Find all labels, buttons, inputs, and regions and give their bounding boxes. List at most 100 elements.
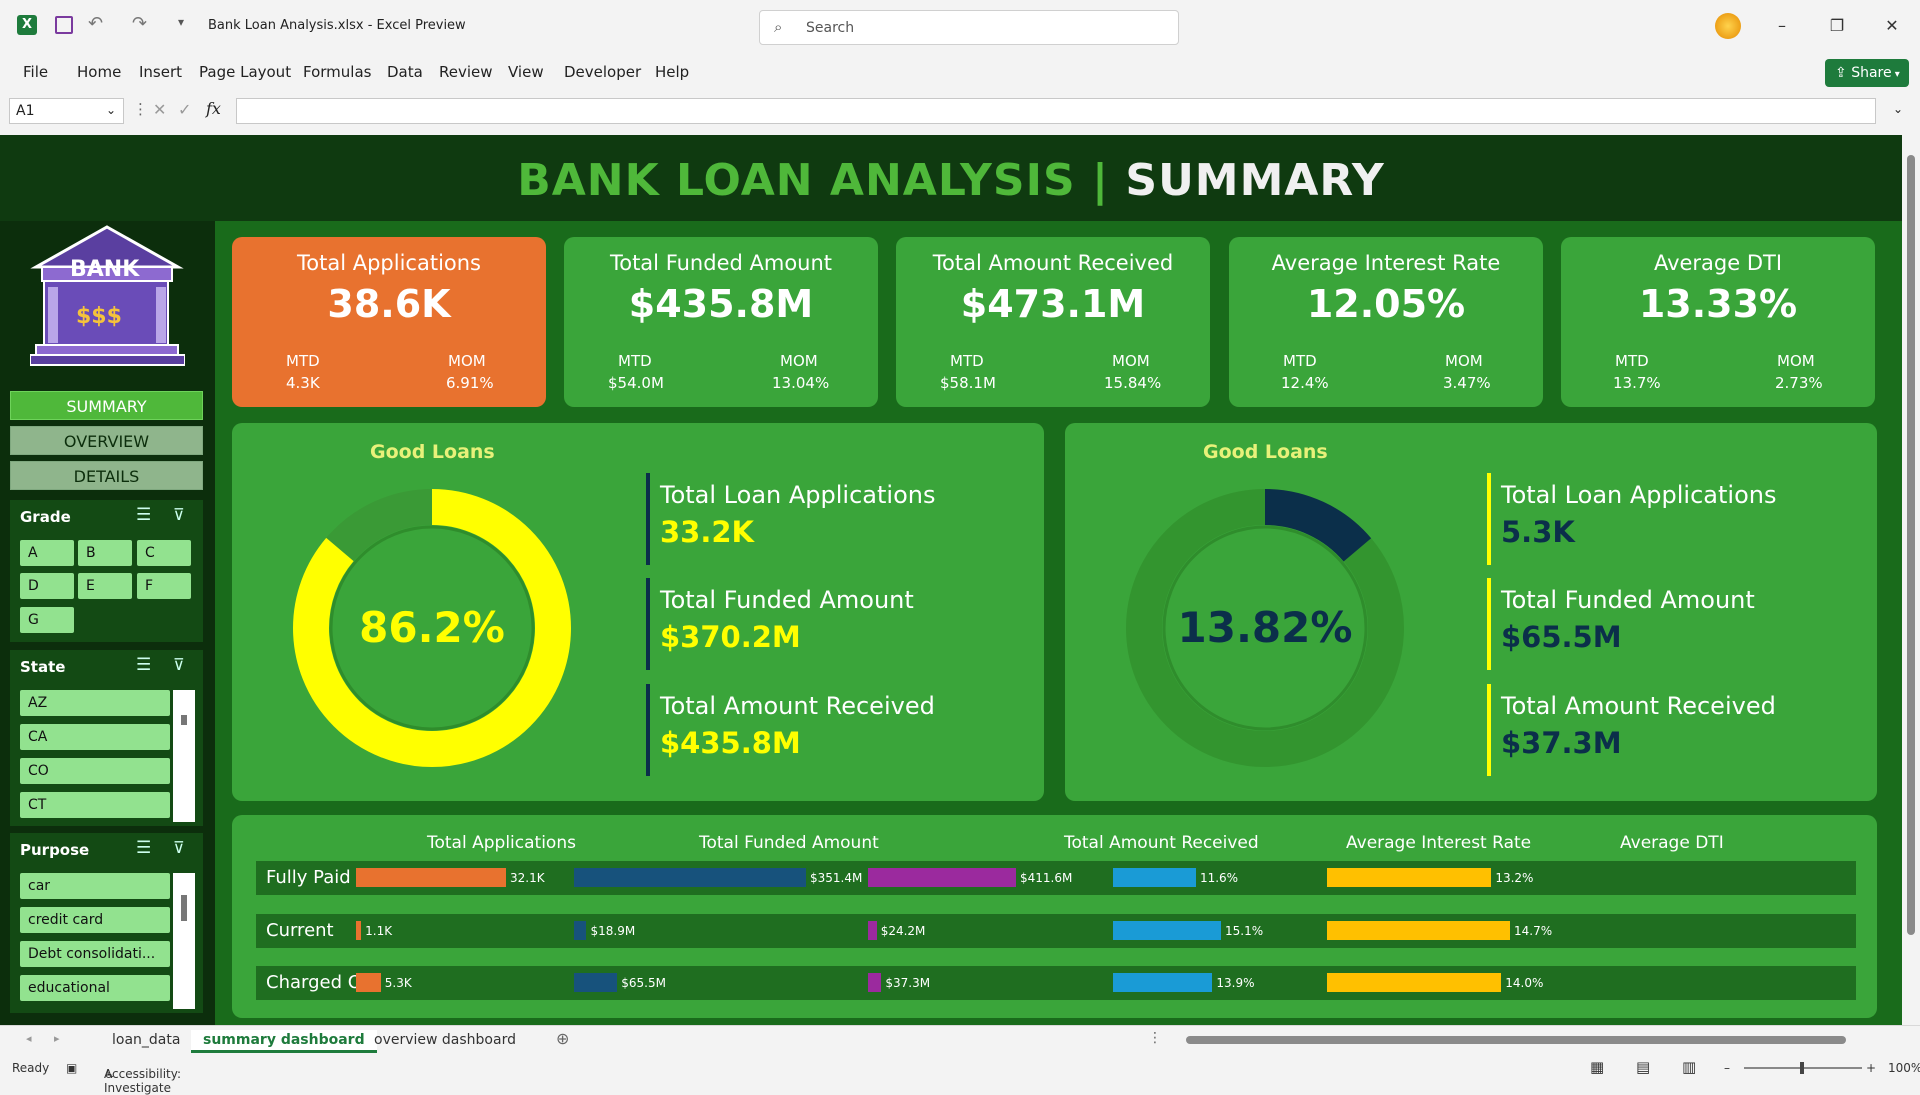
nav-details-button[interactable]: DETAILS bbox=[10, 461, 203, 490]
slicer-item-purpose[interactable]: educational bbox=[20, 975, 170, 1001]
multi-select-icon[interactable]: ☰ bbox=[136, 838, 151, 858]
sheet-tab-summary-dashboard[interactable]: summary dashboard bbox=[191, 1030, 377, 1053]
add-sheet-icon[interactable]: ⊕ bbox=[556, 1029, 569, 1048]
zoom-in-icon[interactable]: + bbox=[1866, 1061, 1876, 1075]
slicer-item-grade-a[interactable]: A bbox=[20, 540, 74, 566]
menu-review[interactable]: Review bbox=[439, 63, 493, 81]
customize-toolbar-icon[interactable]: ▾ bbox=[178, 15, 184, 29]
search-box[interactable]: ⌕ Search bbox=[759, 10, 1179, 45]
page-break-view-icon[interactable]: ▥ bbox=[1682, 1058, 1696, 1076]
scroll-thumb[interactable] bbox=[181, 895, 187, 921]
slicer-item-grade-e[interactable]: E bbox=[78, 573, 132, 599]
scroll-thumb[interactable] bbox=[181, 715, 187, 725]
menu-developer[interactable]: Developer bbox=[564, 63, 641, 81]
slicer-item-state[interactable]: CA bbox=[20, 724, 170, 750]
slicer-item-grade-g[interactable]: G bbox=[20, 607, 74, 633]
menu-insert[interactable]: Insert bbox=[139, 63, 182, 81]
restore-icon[interactable]: ❐ bbox=[1825, 14, 1849, 38]
horizontal-scrollbar[interactable] bbox=[1168, 1034, 1888, 1046]
enter-icon[interactable]: ✓ bbox=[178, 100, 191, 119]
column-header: Total Applications bbox=[427, 833, 576, 853]
loan-status-table: Total Applications Total Funded Amount T… bbox=[232, 815, 1877, 1018]
undo-icon[interactable]: ↶ bbox=[88, 13, 103, 34]
macro-record-icon[interactable]: ▣ bbox=[66, 1061, 77, 1075]
kpi-title: Total Funded Amount bbox=[609, 251, 833, 275]
clear-filter-icon[interactable]: ⊽ bbox=[173, 505, 185, 524]
slicer-item-grade-f[interactable]: F bbox=[137, 573, 191, 599]
menu-home[interactable]: Home bbox=[77, 63, 121, 81]
nav-overview-button[interactable]: OVERVIEW bbox=[10, 426, 203, 455]
nav-summary-button[interactable]: SUMMARY bbox=[10, 391, 203, 420]
slicer-item-purpose[interactable]: Debt consolidati... bbox=[20, 941, 170, 967]
normal-view-icon[interactable]: ▦ bbox=[1590, 1058, 1604, 1076]
sheet-tab-loan-data[interactable]: loan_data bbox=[100, 1030, 192, 1050]
share-button[interactable]: ⇪ Share ▾ bbox=[1825, 59, 1909, 87]
slicer-item-grade-d[interactable]: D bbox=[20, 573, 74, 599]
slicer-item-purpose[interactable]: credit card bbox=[20, 907, 170, 933]
bar-received bbox=[868, 921, 877, 940]
slicer-item-grade-b[interactable]: B bbox=[78, 540, 132, 566]
formula-input[interactable] bbox=[236, 98, 1876, 124]
menu-data[interactable]: Data bbox=[387, 63, 423, 81]
bad-metric-applications: Total Loan Applications 5.3K bbox=[1487, 473, 1776, 565]
bar-received bbox=[868, 868, 1016, 887]
slicer-scrollbar[interactable] bbox=[173, 690, 195, 822]
kpi-title: Average DTI bbox=[1653, 251, 1783, 275]
minimize-icon[interactable]: – bbox=[1770, 14, 1794, 38]
sheet-tab-overview-dashboard[interactable]: overview dashboard bbox=[362, 1030, 528, 1050]
vertical-scrollbar[interactable] bbox=[1902, 135, 1920, 1025]
scroll-thumb[interactable] bbox=[1186, 1036, 1846, 1044]
multi-select-icon[interactable]: ☰ bbox=[136, 505, 151, 525]
kpi-title: Total Amount Received bbox=[932, 251, 1174, 275]
close-icon[interactable]: ✕ bbox=[1880, 14, 1904, 38]
status-bar: Ready ▣ ♿ Accessibility: Investigate ▦ ▤… bbox=[0, 1055, 1920, 1095]
kpi-value: 13.33% bbox=[1638, 282, 1798, 326]
kpi-value: 38.6K bbox=[327, 282, 451, 326]
scroll-thumb[interactable] bbox=[1907, 155, 1915, 935]
name-box[interactable]: A1 ⌄ bbox=[9, 98, 124, 124]
save-icon[interactable] bbox=[55, 16, 73, 34]
expand-formula-icon[interactable]: ⌄ bbox=[1893, 102, 1903, 116]
slicer-item-state[interactable]: AZ bbox=[20, 690, 170, 716]
kpi-mom-value: 3.47% bbox=[1443, 374, 1491, 392]
slicer-item-state[interactable]: CO bbox=[20, 758, 170, 784]
kpi-mom-label: MOM bbox=[1445, 352, 1483, 370]
metric-value: $37.3M bbox=[1501, 726, 1622, 760]
page-layout-view-icon[interactable]: ▤ bbox=[1636, 1058, 1650, 1076]
bar-applications bbox=[356, 973, 381, 992]
bar-dti bbox=[1327, 921, 1510, 940]
menu-file[interactable]: File bbox=[23, 63, 48, 81]
grade-slicer: Grade ☰ ⊽ A B C D E F G bbox=[10, 500, 203, 642]
slicer-item-grade-c[interactable]: C bbox=[137, 540, 191, 566]
panel-title: Good Loans bbox=[370, 441, 495, 463]
kpi-mom-label: MOM bbox=[780, 352, 818, 370]
slicer-scrollbar[interactable] bbox=[173, 873, 195, 1009]
zoom-slider[interactable] bbox=[1744, 1062, 1862, 1074]
scroll-tabs-right-icon[interactable]: ▸ bbox=[54, 1032, 60, 1045]
menu-formulas[interactable]: Formulas bbox=[303, 63, 371, 81]
redo-icon[interactable]: ↷ bbox=[132, 13, 147, 34]
bar-value-label: $37.3M bbox=[885, 976, 931, 990]
multi-select-icon[interactable]: ☰ bbox=[136, 655, 151, 675]
clear-filter-icon[interactable]: ⊽ bbox=[173, 838, 185, 857]
bar-funded bbox=[574, 868, 806, 887]
avatar[interactable] bbox=[1715, 13, 1741, 39]
menu-page-layout[interactable]: Page Layout bbox=[199, 63, 291, 81]
bar-value-label: 14.7% bbox=[1514, 924, 1553, 938]
slicer-item-state[interactable]: CT bbox=[20, 792, 170, 818]
scroll-tabs-left-icon[interactable]: ◂ bbox=[26, 1032, 32, 1045]
cancel-icon[interactable]: ✕ bbox=[153, 100, 166, 119]
zoom-out-icon[interactable]: – bbox=[1724, 1061, 1730, 1075]
menu-view[interactable]: View bbox=[508, 63, 544, 81]
kpi-value: $473.1M bbox=[960, 282, 1146, 326]
menu-help[interactable]: Help bbox=[655, 63, 689, 81]
zoom-level[interactable]: 100% bbox=[1888, 1061, 1920, 1075]
zoom-slider-handle[interactable] bbox=[1800, 1062, 1804, 1074]
bar-applications bbox=[356, 868, 506, 887]
clear-filter-icon[interactable]: ⊽ bbox=[173, 655, 185, 674]
column-header: Average Interest Rate bbox=[1346, 833, 1532, 853]
kpi-mom-label: MOM bbox=[1777, 352, 1815, 370]
purpose-slicer: Purpose ☰ ⊽ car credit card Debt consoli… bbox=[10, 833, 203, 1013]
insert-function-icon[interactable]: fx bbox=[206, 99, 221, 118]
slicer-item-purpose[interactable]: car bbox=[20, 873, 170, 899]
